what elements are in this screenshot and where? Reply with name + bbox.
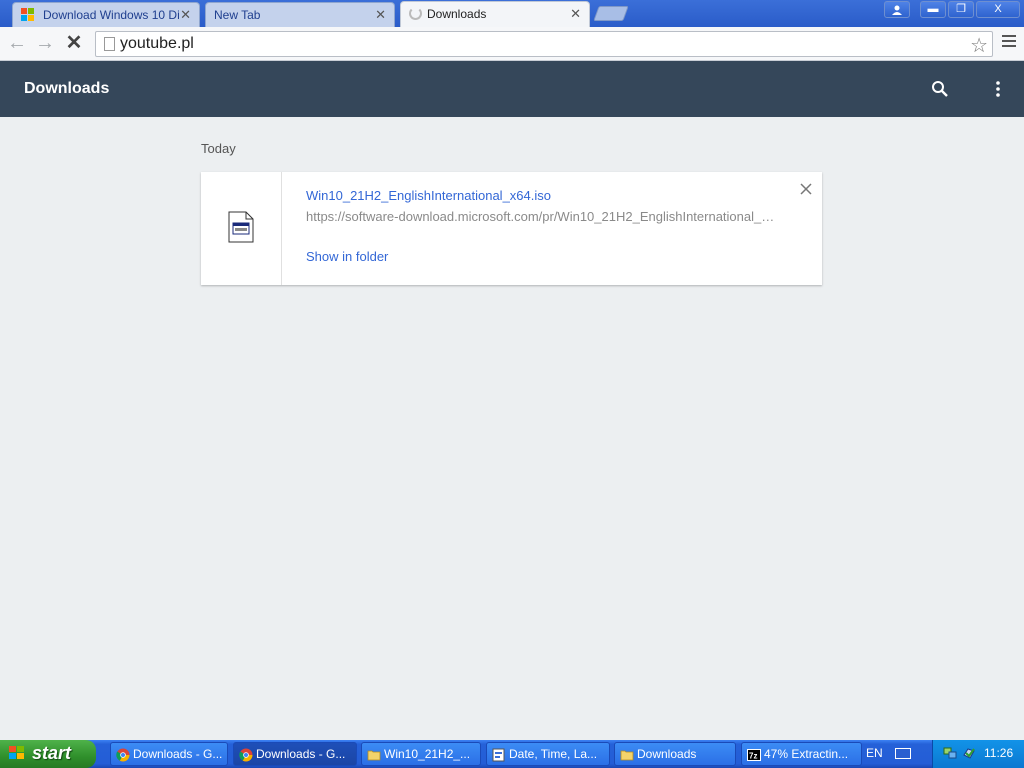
loading-spinner-icon [409, 7, 422, 20]
taskbar-button-iso-folder[interactable]: Win10_21H2_... [361, 742, 481, 766]
hamburger-menu-icon[interactable] [1002, 35, 1016, 49]
back-arrow-icon[interactable]: ← [5, 32, 29, 56]
taskbar-button-downloads-folder[interactable]: Downloads [614, 742, 736, 766]
safely-remove-icon[interactable] [962, 746, 976, 760]
show-in-folder-link[interactable]: Show in folder [306, 249, 388, 264]
taskbar: start Downloads - G... Downloads - G... … [0, 740, 1024, 768]
taskbar-button-label: Downloads - G... [256, 747, 346, 761]
windows-logo-icon [9, 746, 26, 761]
date-section-label: Today [201, 141, 236, 156]
page-icon [104, 37, 115, 51]
taskbar-button-7zip-extracting[interactable]: 7z 47% Extractin... [741, 742, 862, 766]
keyboard-icon[interactable] [895, 748, 911, 759]
tab-title: Download Windows 10 Disc Image [43, 8, 179, 22]
tab-download-windows-10[interactable]: Download Windows 10 Disc Image ✕ [12, 2, 200, 27]
7zip-icon: 7z [747, 747, 761, 761]
search-icon[interactable] [930, 79, 950, 99]
chrome-icon [116, 747, 130, 762]
close-window-button[interactable]: X [976, 1, 1020, 18]
downloads-list: Today Win10_21H2_EnglishInternational_x6… [0, 117, 1024, 740]
page-title: Downloads [24, 80, 110, 97]
download-source-url[interactable]: https://software-download.microsoft.com/… [306, 209, 776, 224]
tab-new-tab[interactable]: New Tab ✕ [205, 2, 395, 27]
control-panel-icon [492, 747, 506, 762]
download-item-card: Win10_21H2_EnglishInternational_x64.iso … [201, 172, 822, 285]
new-tab-button[interactable] [593, 6, 629, 21]
tab-close-icon[interactable]: ✕ [570, 6, 581, 22]
taskbar-button-label: Win10_21H2_... [384, 747, 471, 761]
tab-close-icon[interactable]: ✕ [375, 7, 386, 23]
address-bar[interactable]: youtube.pl ☆ [95, 31, 993, 57]
network-icon[interactable] [943, 746, 957, 760]
bookmark-star-icon[interactable]: ☆ [970, 33, 988, 58]
folder-icon [620, 747, 634, 761]
minimize-button[interactable]: ▬ [920, 1, 946, 18]
clock: 11:26 [984, 746, 1014, 760]
tab-title: New Tab [214, 8, 261, 22]
iso-file-icon [228, 211, 254, 248]
tab-title: Downloads [427, 7, 487, 21]
start-label: start [32, 743, 72, 763]
tab-close-icon[interactable]: ✕ [180, 7, 191, 23]
remove-download-icon[interactable] [798, 181, 814, 197]
microsoft-logo-icon [21, 8, 35, 22]
window-controls: ▬ ❐ X [884, 1, 1020, 18]
taskbar-button-chrome-downloads-1[interactable]: Downloads - G... [110, 742, 228, 766]
browser-toolbar: ← → ✕ youtube.pl ☆ [0, 27, 1024, 61]
user-profile-icon[interactable] [884, 1, 910, 18]
taskbar-button-label: Date, Time, La... [509, 747, 598, 761]
language-indicator[interactable]: EN [866, 746, 883, 760]
file-icon-column [201, 172, 282, 285]
download-file-name-link[interactable]: Win10_21H2_EnglishInternational_x64.iso [306, 188, 551, 203]
svg-text:7z: 7z [749, 752, 757, 761]
taskbar-button-label: Downloads - G... [133, 747, 223, 761]
address-text[interactable]: youtube.pl [120, 35, 194, 53]
folder-icon [367, 747, 381, 761]
taskbar-button-label: 47% Extractin... [764, 747, 849, 761]
system-tray: 11:26 [932, 740, 1024, 768]
tab-downloads[interactable]: Downloads ✕ [400, 1, 590, 27]
restore-button[interactable]: ❐ [948, 1, 974, 18]
browser-tab-strip: Download Windows 10 Disc Image ✕ New Tab… [0, 0, 1024, 27]
taskbar-button-date-time[interactable]: Date, Time, La... [486, 742, 610, 766]
taskbar-button-chrome-downloads-2[interactable]: Downloads - G... [233, 742, 357, 766]
more-options-icon[interactable] [988, 79, 1008, 99]
chrome-icon [239, 747, 253, 762]
taskbar-button-label: Downloads [637, 747, 697, 761]
forward-arrow-icon[interactable]: → [33, 32, 57, 56]
start-button[interactable]: start [0, 740, 96, 768]
downloads-header: Downloads [0, 61, 1024, 117]
stop-loading-icon[interactable]: ✕ [62, 32, 86, 56]
